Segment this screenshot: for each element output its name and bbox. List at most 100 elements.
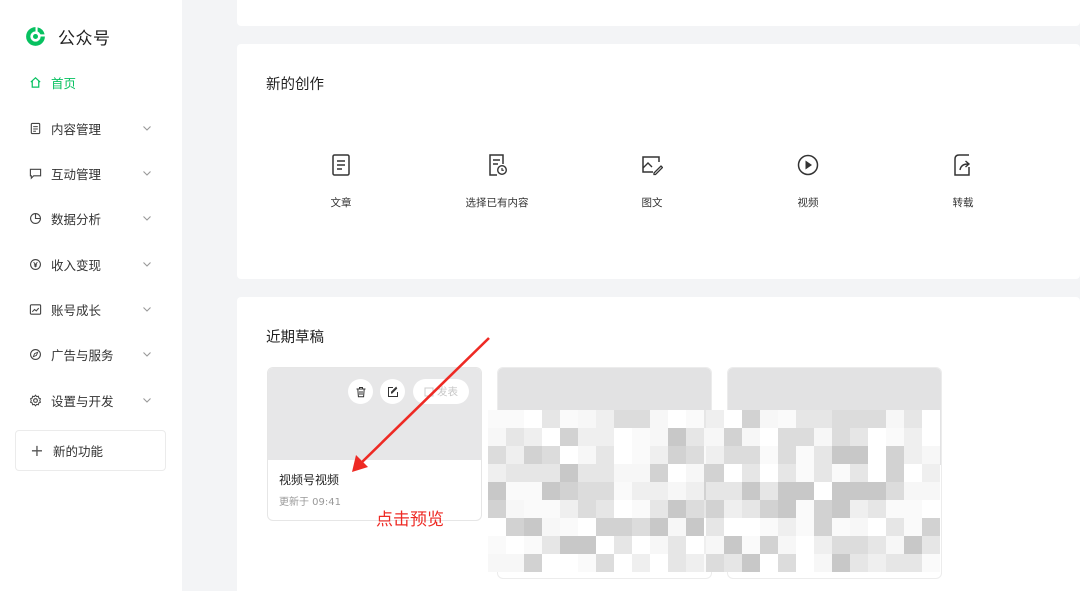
create-repost-button[interactable]: 转载: [908, 153, 1018, 210]
existing-content-icon: [489, 154, 508, 176]
mosaic-block: [524, 428, 542, 446]
mosaic-block: [850, 410, 868, 428]
mosaic-block: [796, 500, 814, 518]
mosaic-block: [886, 464, 904, 482]
mosaic-block: [596, 428, 614, 446]
create-image-text-button[interactable]: 图文: [597, 153, 707, 210]
sidebar: 公众号 首页 内容管理 互动管理 数据分析 收入变现 账号成长 广告与服务 设置…: [0, 0, 182, 591]
mosaic-block: [614, 554, 632, 572]
logo[interactable]: 公众号: [24, 23, 111, 49]
sidebar-item-label: 广告与服务: [51, 347, 114, 363]
mosaic-block: [832, 554, 850, 572]
mosaic-block: [814, 428, 832, 446]
mosaic-block: [650, 410, 668, 428]
mosaic-block: [650, 554, 668, 572]
mosaic-block: [904, 464, 922, 482]
article-icon: [332, 154, 350, 176]
sidebar-item-label: 数据分析: [51, 211, 102, 227]
sidebar-item-label: 设置与开发: [51, 393, 114, 409]
mosaic-block: [614, 500, 632, 518]
mosaic-block: [868, 464, 886, 482]
mosaic-block: [922, 410, 940, 428]
gear-icon: [28, 393, 42, 407]
create-article-button[interactable]: 文章: [286, 153, 396, 210]
mosaic-block: [850, 518, 868, 536]
yen-icon: [28, 257, 42, 271]
mosaic-block: [578, 518, 596, 536]
mosaic-block: [686, 446, 704, 464]
draft-thumbnail[interactable]: 发表: [268, 368, 481, 460]
mosaic-block: [760, 428, 778, 446]
mosaic-block: [706, 482, 724, 500]
new-feature-label: 新的功能: [53, 444, 104, 459]
mosaic-block: [778, 482, 796, 500]
sidebar-item-monetization[interactable]: 收入变现: [0, 246, 182, 282]
mosaic-block: [578, 446, 596, 464]
sidebar-item-home[interactable]: 首页: [0, 64, 182, 100]
mosaic-block: [796, 428, 814, 446]
sidebar-item-data-analysis[interactable]: 数据分析: [0, 200, 182, 236]
mosaic-block: [778, 410, 796, 428]
mosaic-block: [796, 554, 814, 572]
mosaic-block: [578, 536, 596, 554]
mosaic-block: [524, 446, 542, 464]
mosaic-block: [524, 464, 542, 482]
mosaic-block: [706, 428, 724, 446]
mosaic-block: [488, 446, 506, 464]
mosaic-block: [542, 518, 560, 536]
new-feature-button[interactable]: + 新的功能: [15, 430, 166, 471]
mosaic-block: [668, 518, 686, 536]
mosaic-block: [614, 482, 632, 500]
mosaic-block: [560, 518, 578, 536]
mosaic-block: [686, 428, 704, 446]
mosaic-block: [706, 536, 724, 554]
mosaic-block: [668, 446, 686, 464]
draft-card[interactable]: 发表 视频号视频 更新于 09:41: [267, 367, 482, 521]
chevron-down-icon: [143, 171, 151, 176]
chevron-down-icon: [143, 262, 151, 267]
mosaic-block: [724, 464, 742, 482]
mosaic-block: [614, 410, 632, 428]
mosaic-block: [686, 518, 704, 536]
app-title: 公众号: [58, 28, 111, 49]
mosaic-block: [488, 536, 506, 554]
mosaic-block: [760, 500, 778, 518]
mosaic-block: [686, 464, 704, 482]
mosaic-block: [596, 464, 614, 482]
mosaic-block: [542, 500, 560, 518]
mosaic-block: [832, 518, 850, 536]
create-video-button[interactable]: 视频: [753, 153, 863, 210]
edit-draft-button[interactable]: [380, 379, 405, 404]
mosaic-block: [814, 464, 832, 482]
mosaic-block: [904, 500, 922, 518]
draft-title: 视频号视频: [279, 473, 340, 487]
mosaic-block: [742, 482, 760, 500]
mosaic-block: [814, 554, 832, 572]
select-existing-content-button[interactable]: 选择已有内容: [442, 153, 552, 210]
mosaic-block: [850, 536, 868, 554]
mosaic-block: [904, 410, 922, 428]
mosaic-block: [542, 428, 560, 446]
mosaic-block: [578, 428, 596, 446]
sidebar-item-settings-and-development[interactable]: 设置与开发: [0, 382, 182, 418]
mosaic-block: [560, 464, 578, 482]
top-card: [237, 0, 1080, 26]
sidebar-item-ads-and-services[interactable]: 广告与服务: [0, 336, 182, 372]
create-item-label: 转载: [952, 197, 974, 209]
sidebar-item-content-management[interactable]: 内容管理: [0, 110, 182, 146]
mosaic-block: [650, 536, 668, 554]
mosaic-block: [686, 410, 704, 428]
delete-draft-button[interactable]: [348, 379, 373, 404]
mosaic-block: [506, 410, 524, 428]
sidebar-item-interaction-management[interactable]: 互动管理: [0, 155, 182, 191]
chevron-down-icon: [143, 307, 151, 312]
mosaic-block: [596, 410, 614, 428]
mosaic-block: [832, 500, 850, 518]
sidebar-item-account-growth[interactable]: 账号成长: [0, 291, 182, 327]
mosaic-block: [596, 500, 614, 518]
mosaic-block: [778, 464, 796, 482]
publish-draft-button[interactable]: 发表: [413, 379, 469, 404]
mosaic-block: [706, 554, 724, 572]
mosaic-block: [832, 536, 850, 554]
mosaic-block: [886, 410, 904, 428]
